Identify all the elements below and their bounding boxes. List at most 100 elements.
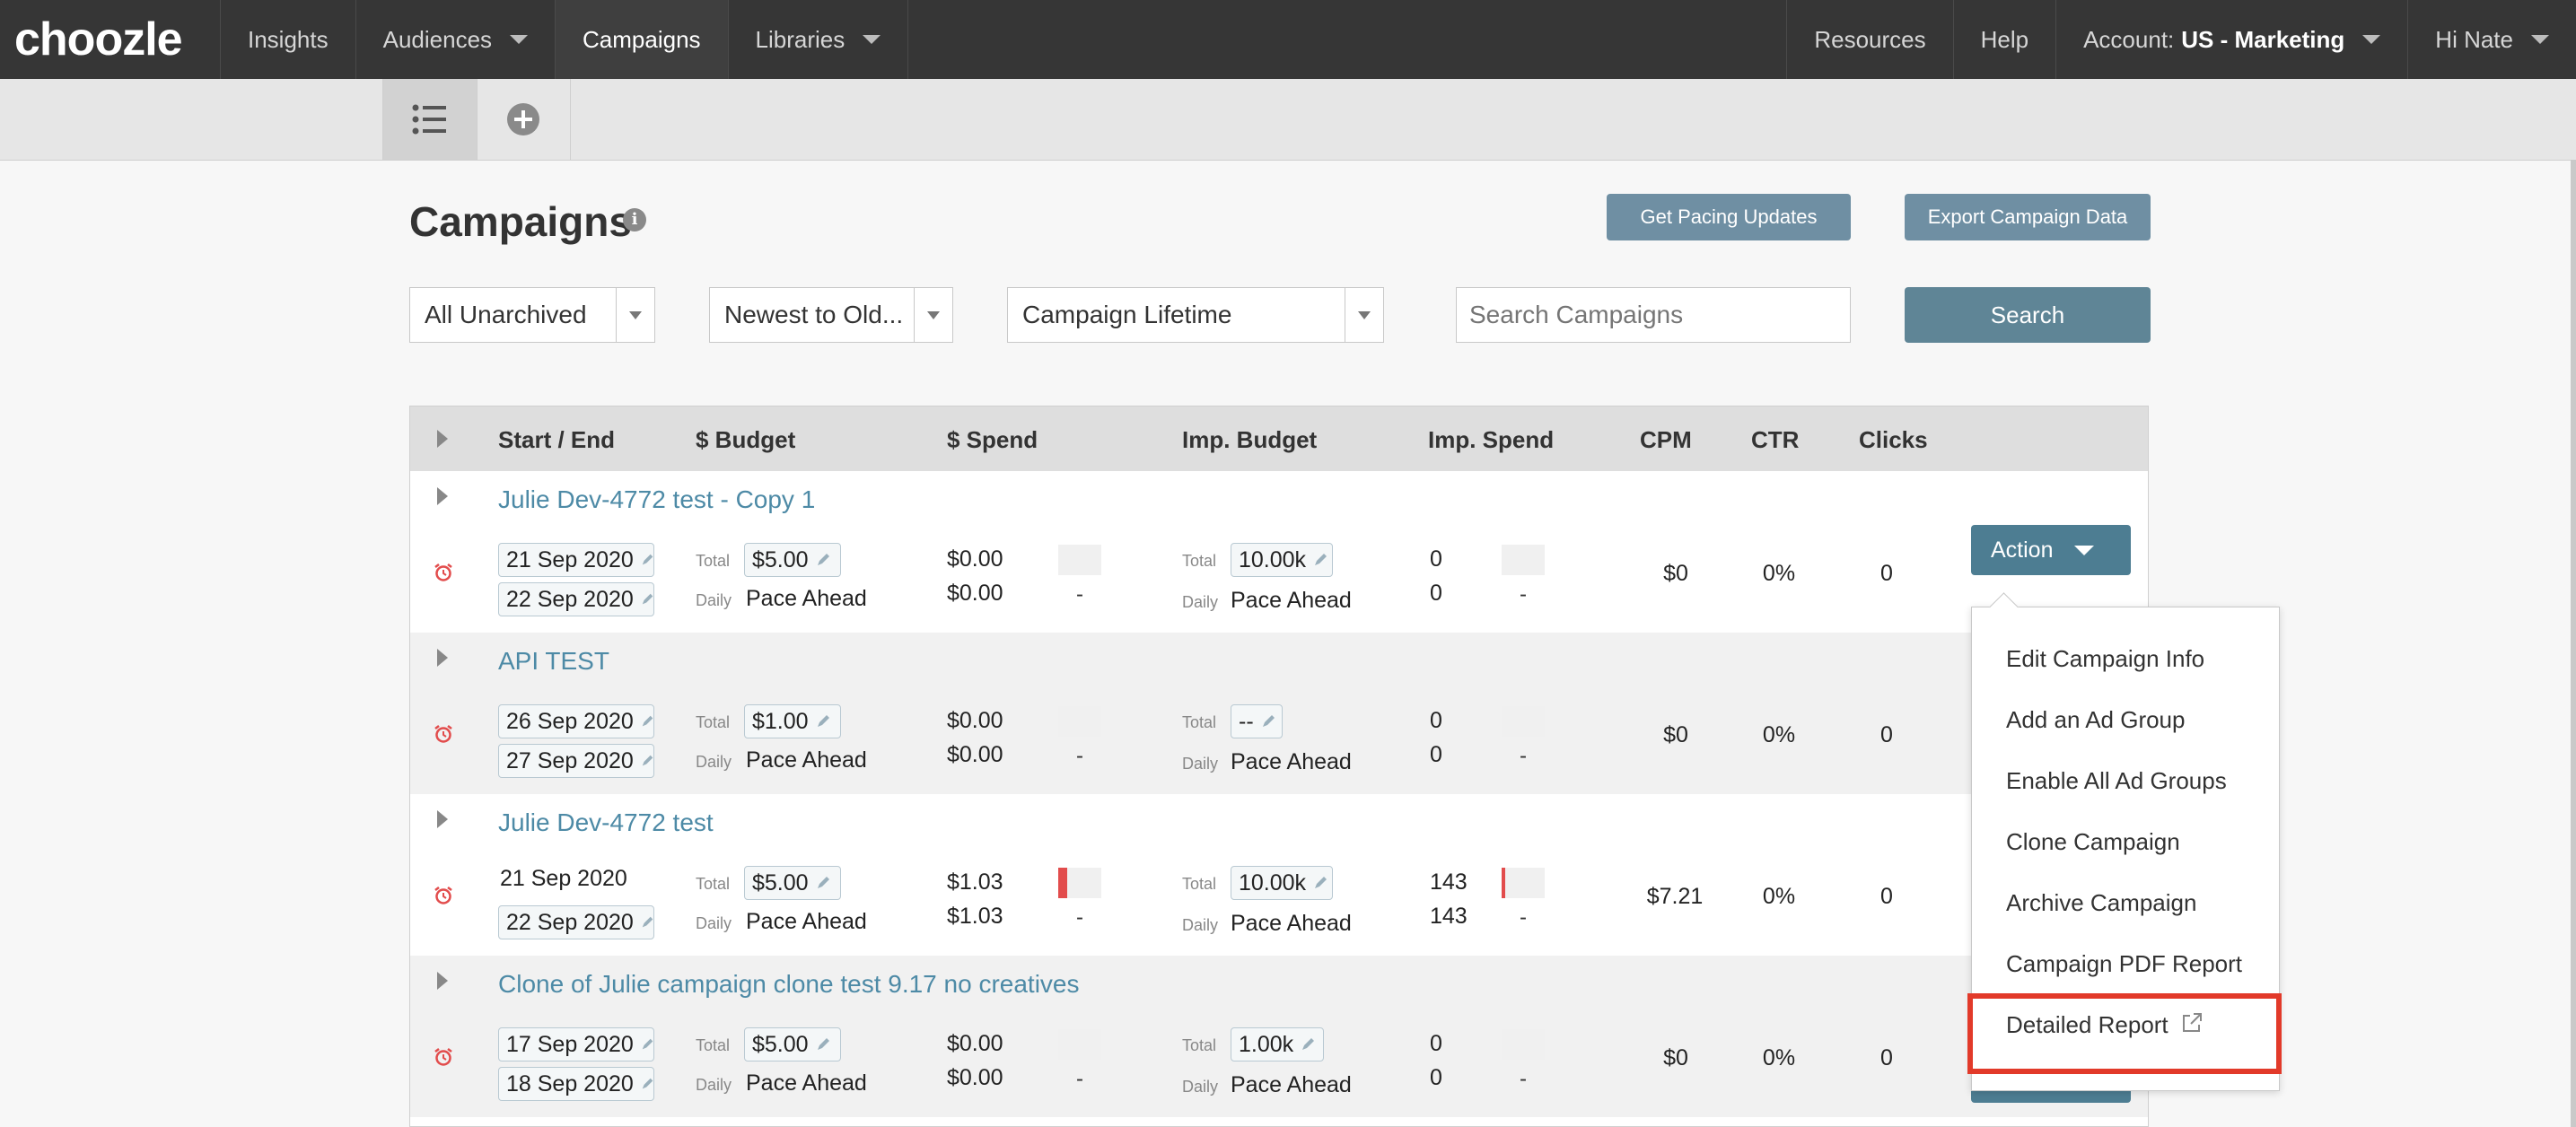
daily-label: Daily: [1182, 1078, 1219, 1096]
budget-total-field[interactable]: $1.00: [744, 704, 841, 738]
imp-progress-bar: [1502, 1029, 1545, 1060]
campaign-name-link[interactable]: Clone of Julie campaign clone test 9.17 …: [498, 970, 1080, 999]
alarm-clock-icon: [434, 887, 452, 904]
nav-account-switcher[interactable]: Account: US - Marketing: [2055, 0, 2407, 79]
search-campaigns-input[interactable]: [1456, 287, 1851, 343]
header-clicks[interactable]: Clicks: [1859, 426, 1928, 454]
spend-daily-dash: -: [1076, 905, 1083, 930]
imp-spend-daily: 0: [1430, 1065, 1442, 1090]
header-cpm[interactable]: CPM: [1640, 426, 1692, 454]
menu-archive-campaign[interactable]: Archive Campaign: [2006, 889, 2196, 917]
archive-filter-value: All Unarchived: [425, 301, 587, 328]
header-start-end[interactable]: Start / End: [498, 426, 615, 454]
list-view-button[interactable]: [382, 79, 478, 160]
budget-total-field[interactable]: $5.00: [744, 866, 841, 900]
sort-select[interactable]: Newest to Old...: [709, 287, 953, 343]
expand-all-icon[interactable]: [437, 430, 448, 448]
table-row: API TEST 26 Sep 2020 27 Sep 2020 Total D…: [410, 633, 2148, 794]
header-spend[interactable]: $ Spend: [947, 426, 1038, 454]
chevron-down-icon: [2531, 35, 2549, 44]
imp-spend-daily: 0: [1430, 581, 1442, 606]
pencil-icon: [642, 554, 653, 565]
menu-campaign-pdf-report[interactable]: Campaign PDF Report: [2006, 950, 2242, 978]
date-range-select[interactable]: Campaign Lifetime: [1007, 287, 1384, 343]
page-scrollbar[interactable]: [2571, 160, 2576, 1127]
menu-clone-campaign[interactable]: Clone Campaign: [2006, 828, 2180, 856]
spend-progress-bar: [1058, 1029, 1101, 1060]
end-date-field[interactable]: 22 Sep 2020: [498, 905, 654, 939]
end-date-value: 18 Sep 2020: [506, 1070, 634, 1096]
header-imp-budget[interactable]: Imp. Budget: [1182, 426, 1317, 454]
start-date-value: 21 Sep 2020: [500, 866, 627, 891]
pencil-icon: [642, 916, 653, 928]
imp-budget-field[interactable]: 1.00k: [1231, 1027, 1324, 1061]
campaign-name-link[interactable]: API TEST: [498, 647, 609, 676]
nav-user-menu[interactable]: Hi Nate: [2407, 0, 2576, 79]
budget-total-field[interactable]: $5.00: [744, 543, 841, 577]
menu-edit-campaign-info[interactable]: Edit Campaign Info: [2006, 645, 2204, 673]
expand-row-icon[interactable]: [437, 972, 448, 990]
campaign-name-link[interactable]: Julie Dev-4772 test: [498, 808, 714, 837]
start-date-field[interactable]: 26 Sep 2020: [498, 704, 654, 738]
nav-audiences[interactable]: Audiences: [356, 0, 556, 79]
imp-daily-dash: -: [1520, 905, 1527, 930]
start-date-value: 26 Sep 2020: [506, 708, 634, 734]
add-campaign-button[interactable]: [477, 79, 571, 160]
pencil-icon: [642, 593, 653, 605]
table-header: Start / End $ Budget $ Spend Imp. Budget…: [410, 406, 2148, 472]
imp-budget-field[interactable]: 10.00k: [1231, 543, 1333, 577]
budget-total-field[interactable]: $5.00: [744, 1027, 841, 1061]
action-button[interactable]: Action: [1971, 525, 2131, 575]
imp-spend-total: 0: [1430, 708, 1442, 733]
imp-budget-field[interactable]: 10.00k: [1231, 866, 1333, 900]
pencil-icon: [1315, 877, 1327, 888]
start-date-field[interactable]: 21 Sep 2020: [498, 543, 654, 577]
end-date-value: 22 Sep 2020: [506, 586, 634, 612]
end-date-field[interactable]: 27 Sep 2020: [498, 744, 654, 778]
expand-row-icon[interactable]: [437, 487, 448, 505]
nav-campaigns[interactable]: Campaigns: [556, 0, 729, 79]
daily-label: Daily: [1182, 593, 1219, 611]
end-date-field[interactable]: 18 Sep 2020: [498, 1067, 654, 1101]
expand-row-icon[interactable]: [437, 810, 448, 828]
menu-enable-all-ad-groups[interactable]: Enable All Ad Groups: [2006, 767, 2227, 795]
export-campaign-data-button[interactable]: Export Campaign Data: [1905, 194, 2151, 240]
header-ctr[interactable]: CTR: [1751, 426, 1799, 454]
search-button[interactable]: Search: [1905, 287, 2151, 343]
get-pacing-updates-button[interactable]: Get Pacing Updates: [1607, 194, 1851, 240]
start-date-value: 17 Sep 2020: [506, 1031, 634, 1057]
expand-row-icon[interactable]: [437, 649, 448, 667]
spend-daily-dash: -: [1076, 1067, 1083, 1091]
nav-resources[interactable]: Resources: [1786, 0, 1952, 79]
imp-daily-pace: Pace Ahead: [1231, 749, 1352, 774]
nav-help[interactable]: Help: [1952, 0, 2055, 79]
end-date-field[interactable]: 22 Sep 2020: [498, 582, 654, 616]
spend-total: $0.00: [947, 546, 1003, 572]
ctr-value: 0%: [1762, 884, 1796, 909]
campaign-name-link[interactable]: Julie Dev-4772 test - Copy 1: [498, 485, 815, 514]
plus-circle-icon: [507, 103, 539, 135]
cpm-value: $7.21: [1646, 884, 1704, 909]
imp-spend-total: 0: [1430, 546, 1442, 572]
choozle-logo[interactable]: choozle: [0, 0, 221, 79]
dropdown-arrow-icon: [914, 288, 952, 342]
imp-budget-field[interactable]: --: [1231, 704, 1283, 738]
imp-spend-total: 0: [1430, 1031, 1442, 1056]
header-imp-spend[interactable]: Imp. Spend: [1428, 426, 1554, 454]
cpm-value: $0: [1663, 561, 1688, 586]
menu-add-ad-group[interactable]: Add an Ad Group: [2006, 706, 2185, 734]
total-label: Total: [696, 1036, 731, 1054]
pencil-icon: [1315, 554, 1327, 565]
chevron-down-icon: [863, 35, 881, 44]
imp-spend-daily: 143: [1430, 904, 1468, 929]
info-icon[interactable]: i: [623, 208, 646, 232]
nav-libraries[interactable]: Libraries: [729, 0, 909, 79]
chevron-down-icon: [2074, 545, 2095, 555]
start-date-field[interactable]: 17 Sep 2020: [498, 1027, 654, 1061]
nav-insights[interactable]: Insights: [221, 0, 356, 79]
header-budget[interactable]: $ Budget: [696, 426, 795, 454]
archive-filter-select[interactable]: All Unarchived: [409, 287, 655, 343]
imp-daily-pace: Pace Ahead: [1231, 1072, 1352, 1097]
pencil-icon: [817, 1038, 829, 1050]
